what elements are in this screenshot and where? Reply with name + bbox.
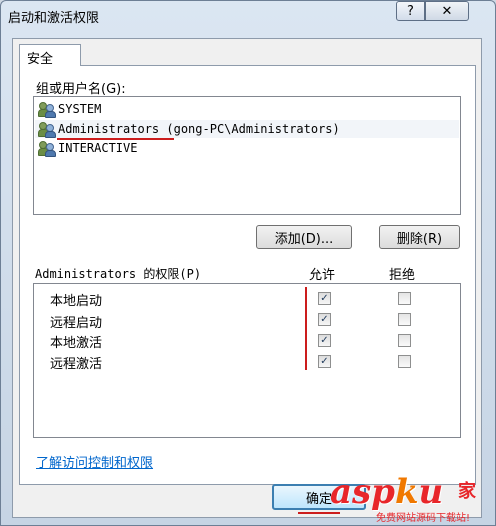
watermark-cn: 家 bbox=[458, 481, 476, 502]
tab-security[interactable]: 安全 bbox=[19, 44, 81, 67]
allow-column-header: 允许 bbox=[309, 268, 336, 283]
permission-name-remote-launch: 远程启动 bbox=[50, 316, 103, 331]
list-item-label: INTERACTIVE bbox=[58, 141, 138, 155]
add-button[interactable]: 添加(D)... bbox=[256, 225, 352, 249]
watermark-text: aspku bbox=[330, 472, 444, 512]
allow-checkbox-local-launch[interactable]: ✓ bbox=[318, 292, 331, 305]
deny-checkbox-remote-launch[interactable] bbox=[398, 313, 411, 326]
list-item[interactable]: SYSTEM bbox=[38, 100, 101, 118]
list-item[interactable]: INTERACTIVE bbox=[38, 139, 137, 157]
help-button[interactable]: ? bbox=[396, 1, 425, 21]
list-item-label: SYSTEM bbox=[58, 102, 102, 116]
deny-checkbox-remote-activation[interactable] bbox=[398, 355, 411, 368]
list-item-selected[interactable]: Administrators (gong-PC\Administrators) bbox=[35, 120, 459, 138]
window-title: 启动和激活权限 bbox=[8, 11, 100, 26]
annotation-underline bbox=[57, 138, 174, 140]
deny-column-header: 拒绝 bbox=[389, 268, 416, 283]
annotation-bar bbox=[305, 287, 307, 370]
permissions-header: Administrators 的权限(P) bbox=[35, 267, 202, 281]
deny-checkbox-local-activation[interactable] bbox=[398, 334, 411, 347]
allow-checkbox-remote-launch[interactable]: ✓ bbox=[318, 313, 331, 326]
deny-checkbox-local-launch[interactable] bbox=[398, 292, 411, 305]
users-group-icon bbox=[38, 101, 56, 118]
list-item-label: Administrators (gong-PC\Administrators) bbox=[58, 122, 340, 136]
permission-name-local-launch: 本地启动 bbox=[50, 294, 103, 309]
permission-name-remote-activation: 远程激活 bbox=[50, 357, 103, 372]
close-button[interactable]: ✕ bbox=[425, 1, 469, 21]
groups-label: 组或用户名(G): bbox=[36, 82, 126, 97]
watermark-subtitle: 免费网站源码下载站! bbox=[376, 513, 471, 524]
remove-button[interactable]: 删除(R) bbox=[379, 225, 460, 249]
permission-name-local-activation: 本地激活 bbox=[50, 336, 103, 351]
users-group-icon bbox=[38, 121, 56, 138]
allow-checkbox-local-activation[interactable]: ✓ bbox=[318, 334, 331, 347]
permissions-list: 本地启动 ✓ 远程启动 ✓ 本地激活 ✓ 远程激活 ✓ bbox=[33, 283, 461, 438]
groups-listbox[interactable]: SYSTEM Administrators (gong-PC\Administr… bbox=[33, 96, 461, 215]
access-control-help-link[interactable]: 了解访问控制和权限 bbox=[36, 452, 153, 471]
watermark-logo: aspku 家 免费网站源码下载站! bbox=[328, 472, 494, 524]
allow-checkbox-remote-activation[interactable]: ✓ bbox=[318, 355, 331, 368]
users-group-icon bbox=[38, 140, 56, 157]
